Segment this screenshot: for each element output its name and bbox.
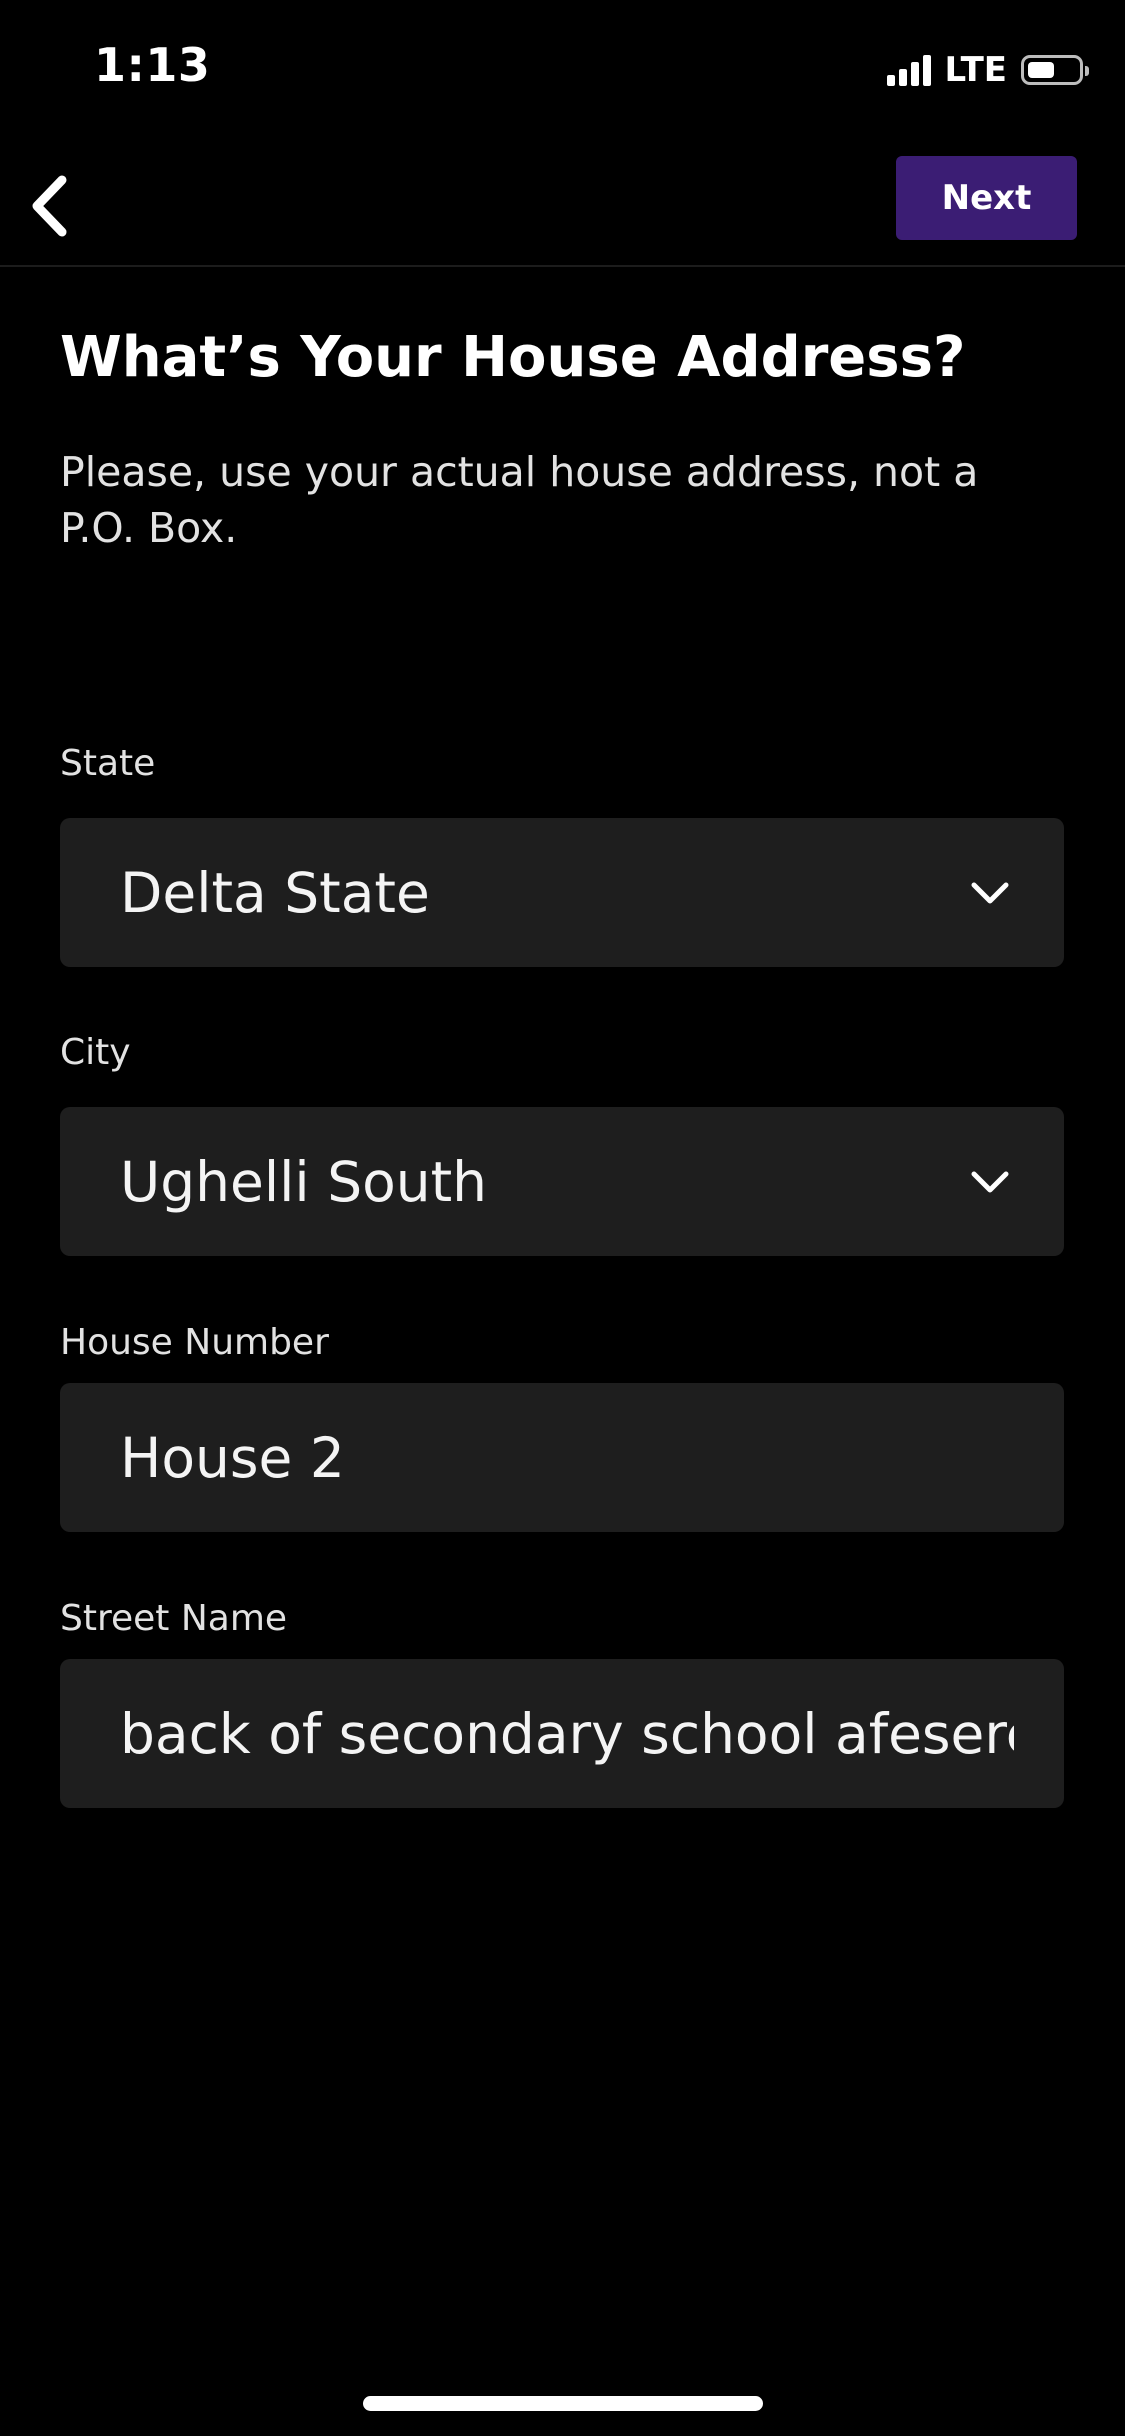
- back-button[interactable]: [14, 166, 84, 246]
- state-value: Delta State: [120, 860, 430, 925]
- signal-icon: [886, 54, 935, 86]
- status-bar: 1:13 LTE: [0, 0, 1125, 140]
- house-number-field: [60, 1383, 1064, 1532]
- battery-icon: [1021, 55, 1089, 85]
- network-type-label: LTE: [944, 50, 1007, 90]
- chevron-down-icon: [966, 1158, 1014, 1206]
- state-select[interactable]: Delta State: [60, 818, 1064, 967]
- street-name-input[interactable]: [120, 1701, 1014, 1766]
- home-indicator[interactable]: [363, 2396, 763, 2411]
- house-number-input[interactable]: [120, 1425, 1014, 1490]
- house-number-label: House Number: [60, 1322, 329, 1363]
- page-subtitle: Please, use your actual house address, n…: [60, 448, 979, 552]
- street-name-field: [60, 1659, 1064, 1808]
- street-name-label: Street Name: [60, 1598, 288, 1639]
- status-indicators: LTE: [886, 50, 1089, 90]
- status-time: 1:13: [94, 38, 211, 92]
- next-button[interactable]: Next: [896, 156, 1077, 240]
- page-title: What’s Your House Address?: [60, 325, 966, 390]
- battery-level: [1028, 62, 1054, 78]
- city-select[interactable]: Ughelli South: [60, 1107, 1064, 1256]
- chevron-left-icon: [32, 175, 67, 237]
- state-label: State: [60, 743, 156, 784]
- nav-bar: Next: [0, 140, 1125, 267]
- city-label: City: [60, 1032, 131, 1073]
- chevron-down-icon: [966, 869, 1014, 917]
- city-value: Ughelli South: [120, 1149, 488, 1214]
